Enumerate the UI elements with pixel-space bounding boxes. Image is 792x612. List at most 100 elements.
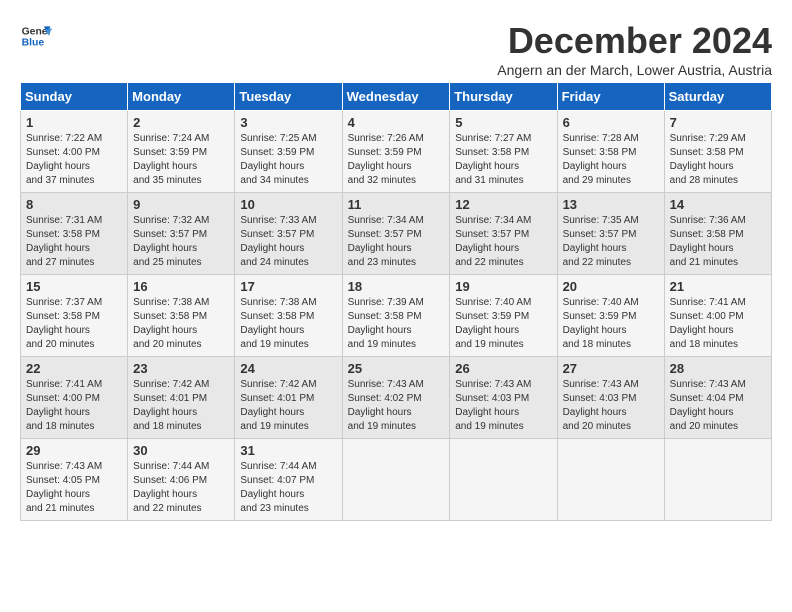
day-info: Sunrise: 7:40 AM Sunset: 3:59 PM Dayligh…	[563, 296, 659, 352]
calendar-header-sunday: Sunday	[21, 83, 128, 111]
day-info: Sunrise: 7:26 AM Sunset: 3:59 PM Dayligh…	[348, 132, 445, 188]
calendar-cell: 27 Sunrise: 7:43 AM Sunset: 4:03 PM Dayl…	[557, 357, 664, 439]
day-info: Sunrise: 7:29 AM Sunset: 3:58 PM Dayligh…	[670, 132, 766, 188]
calendar-cell: 7 Sunrise: 7:29 AM Sunset: 3:58 PM Dayli…	[664, 111, 771, 193]
day-number: 5	[455, 115, 551, 130]
day-info: Sunrise: 7:24 AM Sunset: 3:59 PM Dayligh…	[133, 132, 229, 188]
day-number: 6	[563, 115, 659, 130]
calendar-header-wednesday: Wednesday	[342, 83, 450, 111]
day-number: 12	[455, 197, 551, 212]
subtitle: Angern an der March, Lower Austria, Aust…	[497, 62, 772, 78]
logo-icon: General Blue	[20, 20, 52, 52]
calendar-cell: 10 Sunrise: 7:33 AM Sunset: 3:57 PM Dayl…	[235, 193, 342, 275]
day-number: 24	[240, 361, 336, 376]
day-number: 30	[133, 443, 229, 458]
calendar-cell: 18 Sunrise: 7:39 AM Sunset: 3:58 PM Dayl…	[342, 275, 450, 357]
calendar-cell: 14 Sunrise: 7:36 AM Sunset: 3:58 PM Dayl…	[664, 193, 771, 275]
day-number: 31	[240, 443, 336, 458]
day-number: 23	[133, 361, 229, 376]
day-info: Sunrise: 7:28 AM Sunset: 3:58 PM Dayligh…	[563, 132, 659, 188]
calendar-week-4: 22 Sunrise: 7:41 AM Sunset: 4:00 PM Dayl…	[21, 357, 772, 439]
day-info: Sunrise: 7:42 AM Sunset: 4:01 PM Dayligh…	[240, 378, 336, 434]
calendar-cell: 31 Sunrise: 7:44 AM Sunset: 4:07 PM Dayl…	[235, 439, 342, 521]
day-info: Sunrise: 7:25 AM Sunset: 3:59 PM Dayligh…	[240, 132, 336, 188]
calendar-cell: 25 Sunrise: 7:43 AM Sunset: 4:02 PM Dayl…	[342, 357, 450, 439]
day-info: Sunrise: 7:42 AM Sunset: 4:01 PM Dayligh…	[133, 378, 229, 434]
calendar-cell	[664, 439, 771, 521]
day-info: Sunrise: 7:22 AM Sunset: 4:00 PM Dayligh…	[26, 132, 122, 188]
calendar-cell: 22 Sunrise: 7:41 AM Sunset: 4:00 PM Dayl…	[21, 357, 128, 439]
logo: General Blue	[20, 20, 52, 52]
day-number: 28	[670, 361, 766, 376]
calendar-cell: 17 Sunrise: 7:38 AM Sunset: 3:58 PM Dayl…	[235, 275, 342, 357]
day-number: 4	[348, 115, 445, 130]
calendar-cell: 23 Sunrise: 7:42 AM Sunset: 4:01 PM Dayl…	[128, 357, 235, 439]
day-number: 26	[455, 361, 551, 376]
calendar-cell	[342, 439, 450, 521]
calendar-cell: 24 Sunrise: 7:42 AM Sunset: 4:01 PM Dayl…	[235, 357, 342, 439]
month-title: December 2024	[497, 20, 772, 62]
day-number: 11	[348, 197, 445, 212]
day-info: Sunrise: 7:39 AM Sunset: 3:58 PM Dayligh…	[348, 296, 445, 352]
calendar-cell: 28 Sunrise: 7:43 AM Sunset: 4:04 PM Dayl…	[664, 357, 771, 439]
day-info: Sunrise: 7:43 AM Sunset: 4:02 PM Dayligh…	[348, 378, 445, 434]
calendar-cell: 4 Sunrise: 7:26 AM Sunset: 3:59 PM Dayli…	[342, 111, 450, 193]
day-info: Sunrise: 7:44 AM Sunset: 4:06 PM Dayligh…	[133, 460, 229, 516]
day-number: 17	[240, 279, 336, 294]
calendar-cell: 6 Sunrise: 7:28 AM Sunset: 3:58 PM Dayli…	[557, 111, 664, 193]
calendar-cell	[557, 439, 664, 521]
calendar-cell: 11 Sunrise: 7:34 AM Sunset: 3:57 PM Dayl…	[342, 193, 450, 275]
day-number: 3	[240, 115, 336, 130]
calendar-cell: 13 Sunrise: 7:35 AM Sunset: 3:57 PM Dayl…	[557, 193, 664, 275]
calendar-header-thursday: Thursday	[450, 83, 557, 111]
day-info: Sunrise: 7:43 AM Sunset: 4:05 PM Dayligh…	[26, 460, 122, 516]
day-info: Sunrise: 7:43 AM Sunset: 4:03 PM Dayligh…	[455, 378, 551, 434]
calendar-cell: 16 Sunrise: 7:38 AM Sunset: 3:58 PM Dayl…	[128, 275, 235, 357]
calendar-cell: 15 Sunrise: 7:37 AM Sunset: 3:58 PM Dayl…	[21, 275, 128, 357]
day-info: Sunrise: 7:41 AM Sunset: 4:00 PM Dayligh…	[670, 296, 766, 352]
day-info: Sunrise: 7:36 AM Sunset: 3:58 PM Dayligh…	[670, 214, 766, 270]
calendar-cell: 9 Sunrise: 7:32 AM Sunset: 3:57 PM Dayli…	[128, 193, 235, 275]
calendar-header-monday: Monday	[128, 83, 235, 111]
day-number: 27	[563, 361, 659, 376]
calendar-cell: 1 Sunrise: 7:22 AM Sunset: 4:00 PM Dayli…	[21, 111, 128, 193]
day-info: Sunrise: 7:34 AM Sunset: 3:57 PM Dayligh…	[455, 214, 551, 270]
day-number: 9	[133, 197, 229, 212]
day-number: 25	[348, 361, 445, 376]
day-info: Sunrise: 7:27 AM Sunset: 3:58 PM Dayligh…	[455, 132, 551, 188]
day-info: Sunrise: 7:34 AM Sunset: 3:57 PM Dayligh…	[348, 214, 445, 270]
day-number: 21	[670, 279, 766, 294]
calendar-cell: 12 Sunrise: 7:34 AM Sunset: 3:57 PM Dayl…	[450, 193, 557, 275]
calendar-table: SundayMondayTuesdayWednesdayThursdayFrid…	[20, 82, 772, 521]
day-number: 29	[26, 443, 122, 458]
calendar-cell: 30 Sunrise: 7:44 AM Sunset: 4:06 PM Dayl…	[128, 439, 235, 521]
day-number: 2	[133, 115, 229, 130]
day-number: 13	[563, 197, 659, 212]
svg-text:Blue: Blue	[22, 38, 45, 49]
page-header: General Blue December 2024 Angern an der…	[20, 20, 772, 78]
calendar-cell: 8 Sunrise: 7:31 AM Sunset: 3:58 PM Dayli…	[21, 193, 128, 275]
calendar-week-5: 29 Sunrise: 7:43 AM Sunset: 4:05 PM Dayl…	[21, 439, 772, 521]
calendar-week-1: 1 Sunrise: 7:22 AM Sunset: 4:00 PM Dayli…	[21, 111, 772, 193]
calendar-cell: 29 Sunrise: 7:43 AM Sunset: 4:05 PM Dayl…	[21, 439, 128, 521]
day-number: 18	[348, 279, 445, 294]
day-info: Sunrise: 7:41 AM Sunset: 4:00 PM Dayligh…	[26, 378, 122, 434]
calendar-header-friday: Friday	[557, 83, 664, 111]
day-info: Sunrise: 7:40 AM Sunset: 3:59 PM Dayligh…	[455, 296, 551, 352]
day-info: Sunrise: 7:43 AM Sunset: 4:03 PM Dayligh…	[563, 378, 659, 434]
day-info: Sunrise: 7:43 AM Sunset: 4:04 PM Dayligh…	[670, 378, 766, 434]
day-info: Sunrise: 7:38 AM Sunset: 3:58 PM Dayligh…	[240, 296, 336, 352]
calendar-week-2: 8 Sunrise: 7:31 AM Sunset: 3:58 PM Dayli…	[21, 193, 772, 275]
calendar-cell: 21 Sunrise: 7:41 AM Sunset: 4:00 PM Dayl…	[664, 275, 771, 357]
day-number: 15	[26, 279, 122, 294]
day-number: 1	[26, 115, 122, 130]
calendar-header-row: SundayMondayTuesdayWednesdayThursdayFrid…	[21, 83, 772, 111]
calendar-week-3: 15 Sunrise: 7:37 AM Sunset: 3:58 PM Dayl…	[21, 275, 772, 357]
day-number: 7	[670, 115, 766, 130]
title-block: December 2024 Angern an der March, Lower…	[497, 20, 772, 78]
calendar-cell: 19 Sunrise: 7:40 AM Sunset: 3:59 PM Dayl…	[450, 275, 557, 357]
calendar-header-tuesday: Tuesday	[235, 83, 342, 111]
day-number: 20	[563, 279, 659, 294]
day-number: 19	[455, 279, 551, 294]
day-info: Sunrise: 7:35 AM Sunset: 3:57 PM Dayligh…	[563, 214, 659, 270]
